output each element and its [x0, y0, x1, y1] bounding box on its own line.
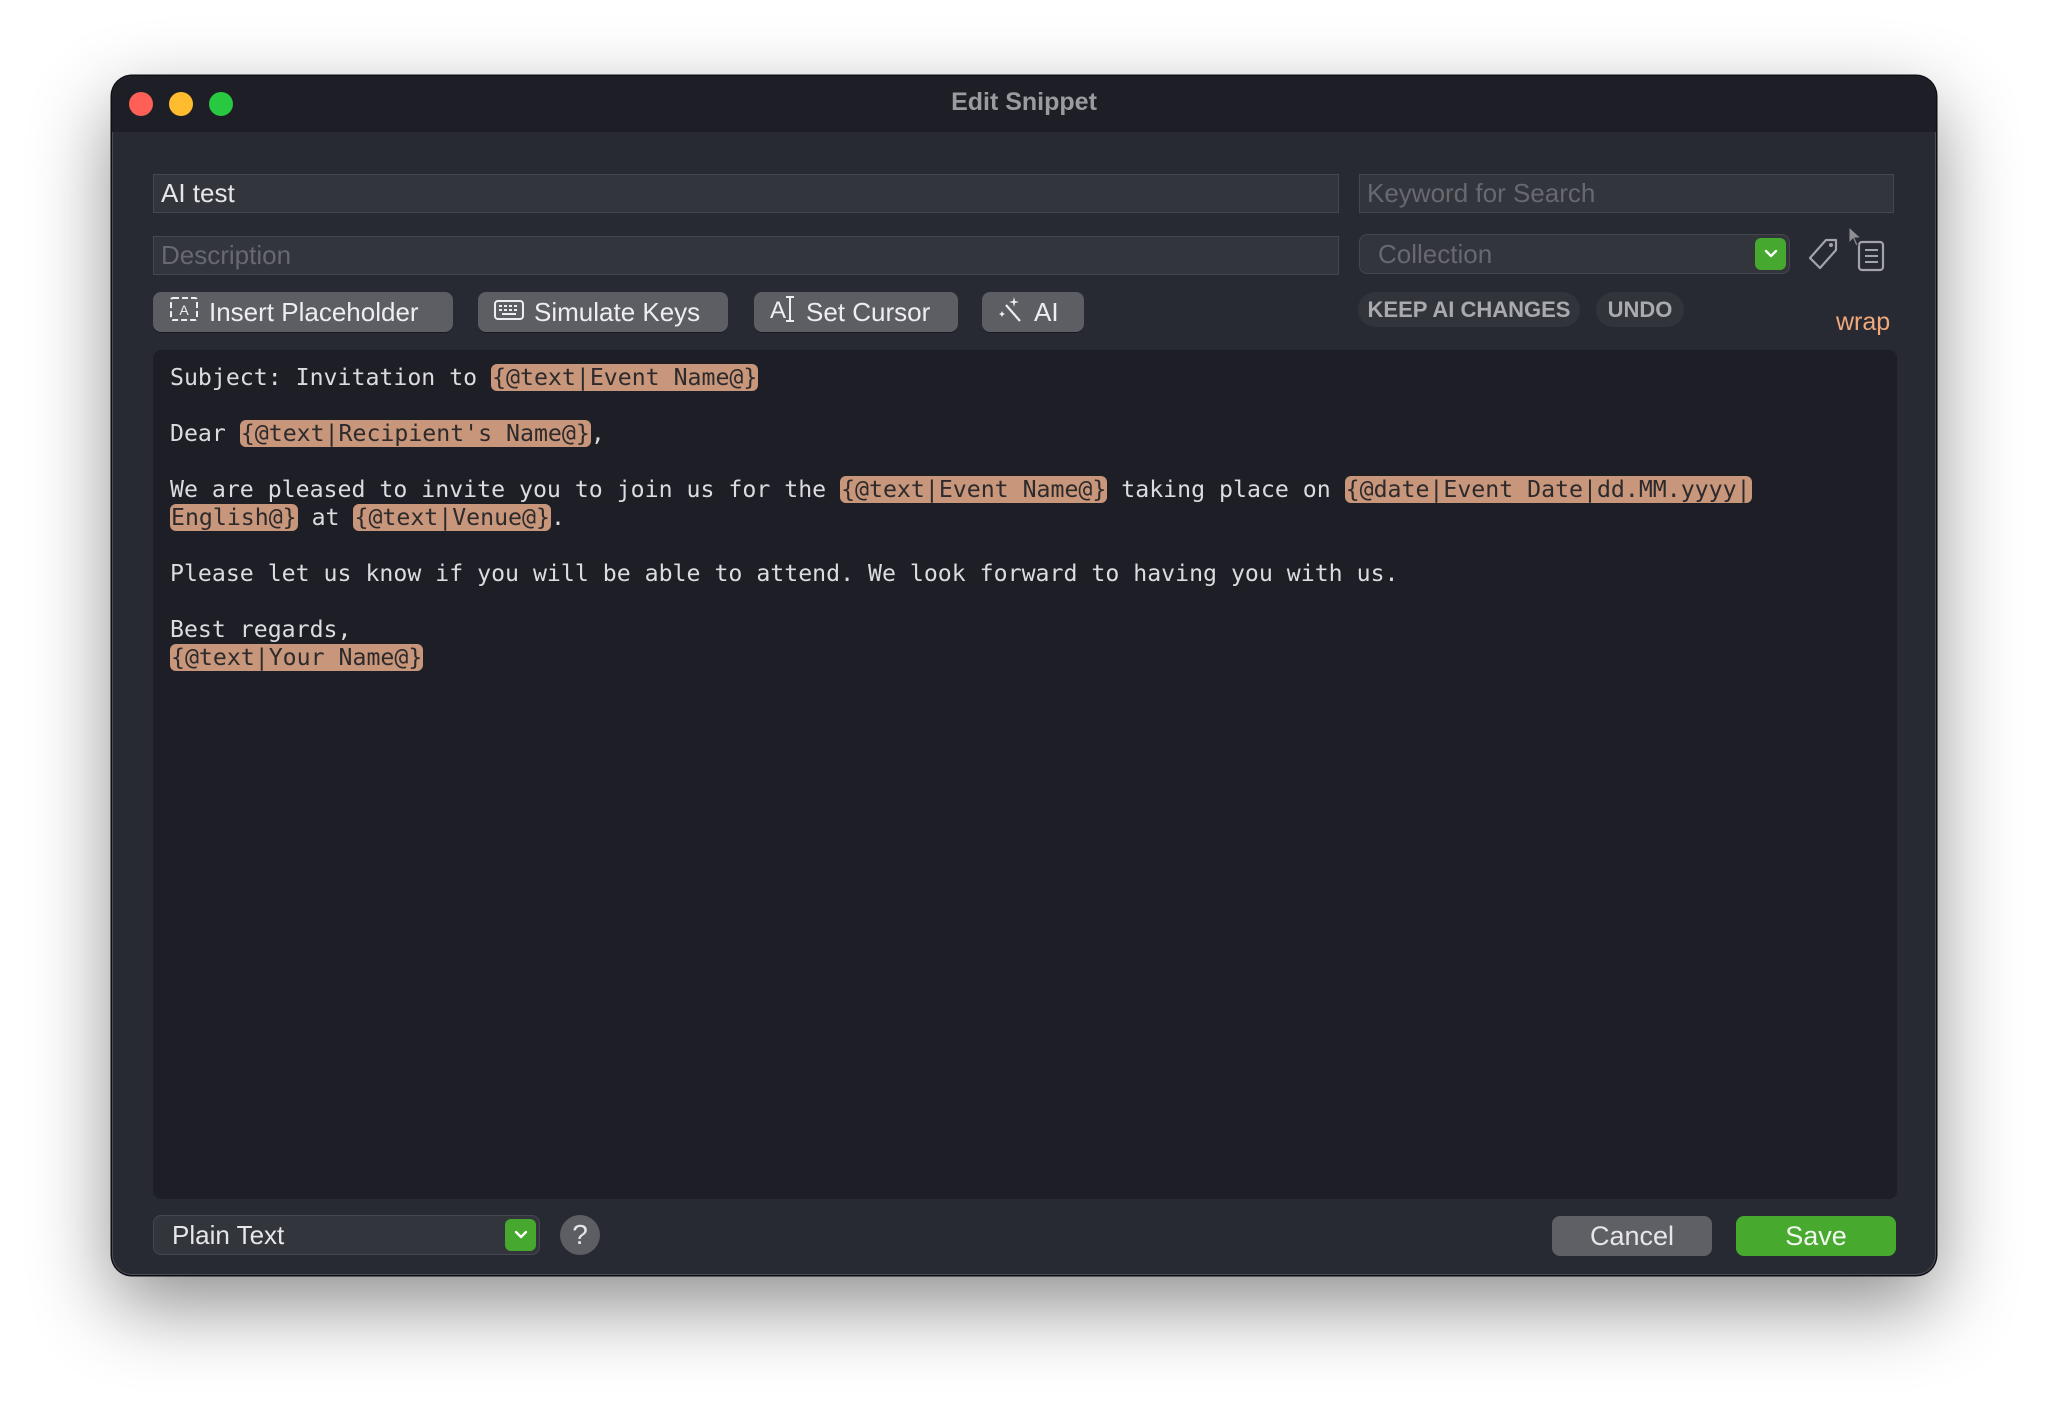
insert-placeholder-label: Insert Placeholder: [209, 296, 419, 327]
help-button[interactable]: ?: [560, 1215, 600, 1255]
title-bar: Edit Snippet: [112, 76, 1936, 132]
svg-text:A: A: [179, 302, 189, 318]
text-cursor-icon: A: [770, 294, 796, 331]
editor-text: .: [550, 504, 565, 531]
set-cursor-label: Set Cursor: [806, 296, 931, 327]
editor-text: Subject: Invitation to: [170, 364, 492, 391]
editor-line: Best regards,: [170, 616, 1880, 644]
placeholder-token[interactable]: {@text|Your Name@}: [170, 644, 424, 671]
ai-label: AI: [1034, 296, 1059, 327]
editor-text: Dear: [170, 420, 240, 447]
placeholder-token[interactable]: {@text|Event Name@}: [491, 364, 759, 391]
svg-text:A: A: [770, 297, 786, 324]
editor-line: English@} at {@text|Venue@}.: [170, 504, 1880, 532]
insert-placeholder-button[interactable]: A Insert Placeholder: [153, 292, 453, 332]
editor-text: taking place on: [1107, 476, 1345, 503]
editor-line: Subject: Invitation to {@text|Event Name…: [170, 364, 1880, 392]
editor-text: at: [297, 504, 354, 531]
magic-wand-icon: [998, 295, 1024, 330]
chevron-down-icon[interactable]: [1755, 238, 1786, 270]
format-select[interactable]: Plain Text: [153, 1215, 540, 1255]
ai-button[interactable]: AI: [982, 292, 1084, 332]
simulate-keys-label: Simulate Keys: [534, 296, 701, 327]
mouse-pointer-icon: [1848, 225, 1864, 253]
placeholder-token[interactable]: {@date|Event Date|dd.MM.yyyy|: [1344, 476, 1752, 503]
placeholder-token[interactable]: English@}: [170, 504, 298, 531]
chevron-down-icon[interactable]: [505, 1219, 536, 1251]
editor-line: {@text|Your Name@}: [170, 644, 1880, 672]
simulate-keys-button[interactable]: Simulate Keys: [478, 292, 728, 332]
undo-button[interactable]: UNDO: [1596, 292, 1684, 327]
placeholder-box-icon: A: [169, 296, 199, 329]
edit-snippet-window: Edit Snippet AI test Keyword for Search …: [112, 76, 1936, 1275]
description-input[interactable]: Description: [153, 236, 1339, 275]
placeholder-token[interactable]: {@text|Venue@}: [353, 504, 551, 531]
format-value: Plain Text: [172, 1219, 285, 1250]
set-cursor-button[interactable]: A Set Cursor: [754, 292, 958, 332]
editor-text: Please let us know if you will be able t…: [170, 560, 1399, 587]
editor-line: Please let us know if you will be able t…: [170, 560, 1880, 588]
editor-text: ,: [590, 420, 605, 447]
editor-line: We are pleased to invite you to join us …: [170, 476, 1880, 504]
editor-line: Dear {@text|Recipient's Name@},: [170, 420, 1880, 448]
editor-text: Best regards,: [170, 616, 352, 643]
placeholder-token[interactable]: {@text|Event Name@}: [840, 476, 1108, 503]
editor-text: We are pleased to invite you to join us …: [170, 476, 841, 503]
cancel-button[interactable]: Cancel: [1552, 1216, 1712, 1256]
placeholder-token[interactable]: {@text|Recipient's Name@}: [239, 420, 591, 447]
keyword-input[interactable]: Keyword for Search: [1359, 174, 1894, 213]
snippet-editor[interactable]: Subject: Invitation to {@text|Event Name…: [153, 350, 1897, 1199]
window-title: Edit Snippet: [951, 88, 1097, 116]
keep-ai-changes-button[interactable]: KEEP AI CHANGES: [1358, 292, 1580, 327]
tag-icon[interactable]: [1805, 234, 1841, 274]
collection-select[interactable]: Collection: [1359, 234, 1790, 274]
collection-placeholder: Collection: [1378, 238, 1493, 269]
snippet-name-input[interactable]: AI test: [153, 174, 1339, 213]
wrap-toggle[interactable]: wrap: [1836, 308, 1890, 337]
save-button[interactable]: Save: [1736, 1216, 1896, 1256]
keyboard-icon: [494, 297, 524, 328]
